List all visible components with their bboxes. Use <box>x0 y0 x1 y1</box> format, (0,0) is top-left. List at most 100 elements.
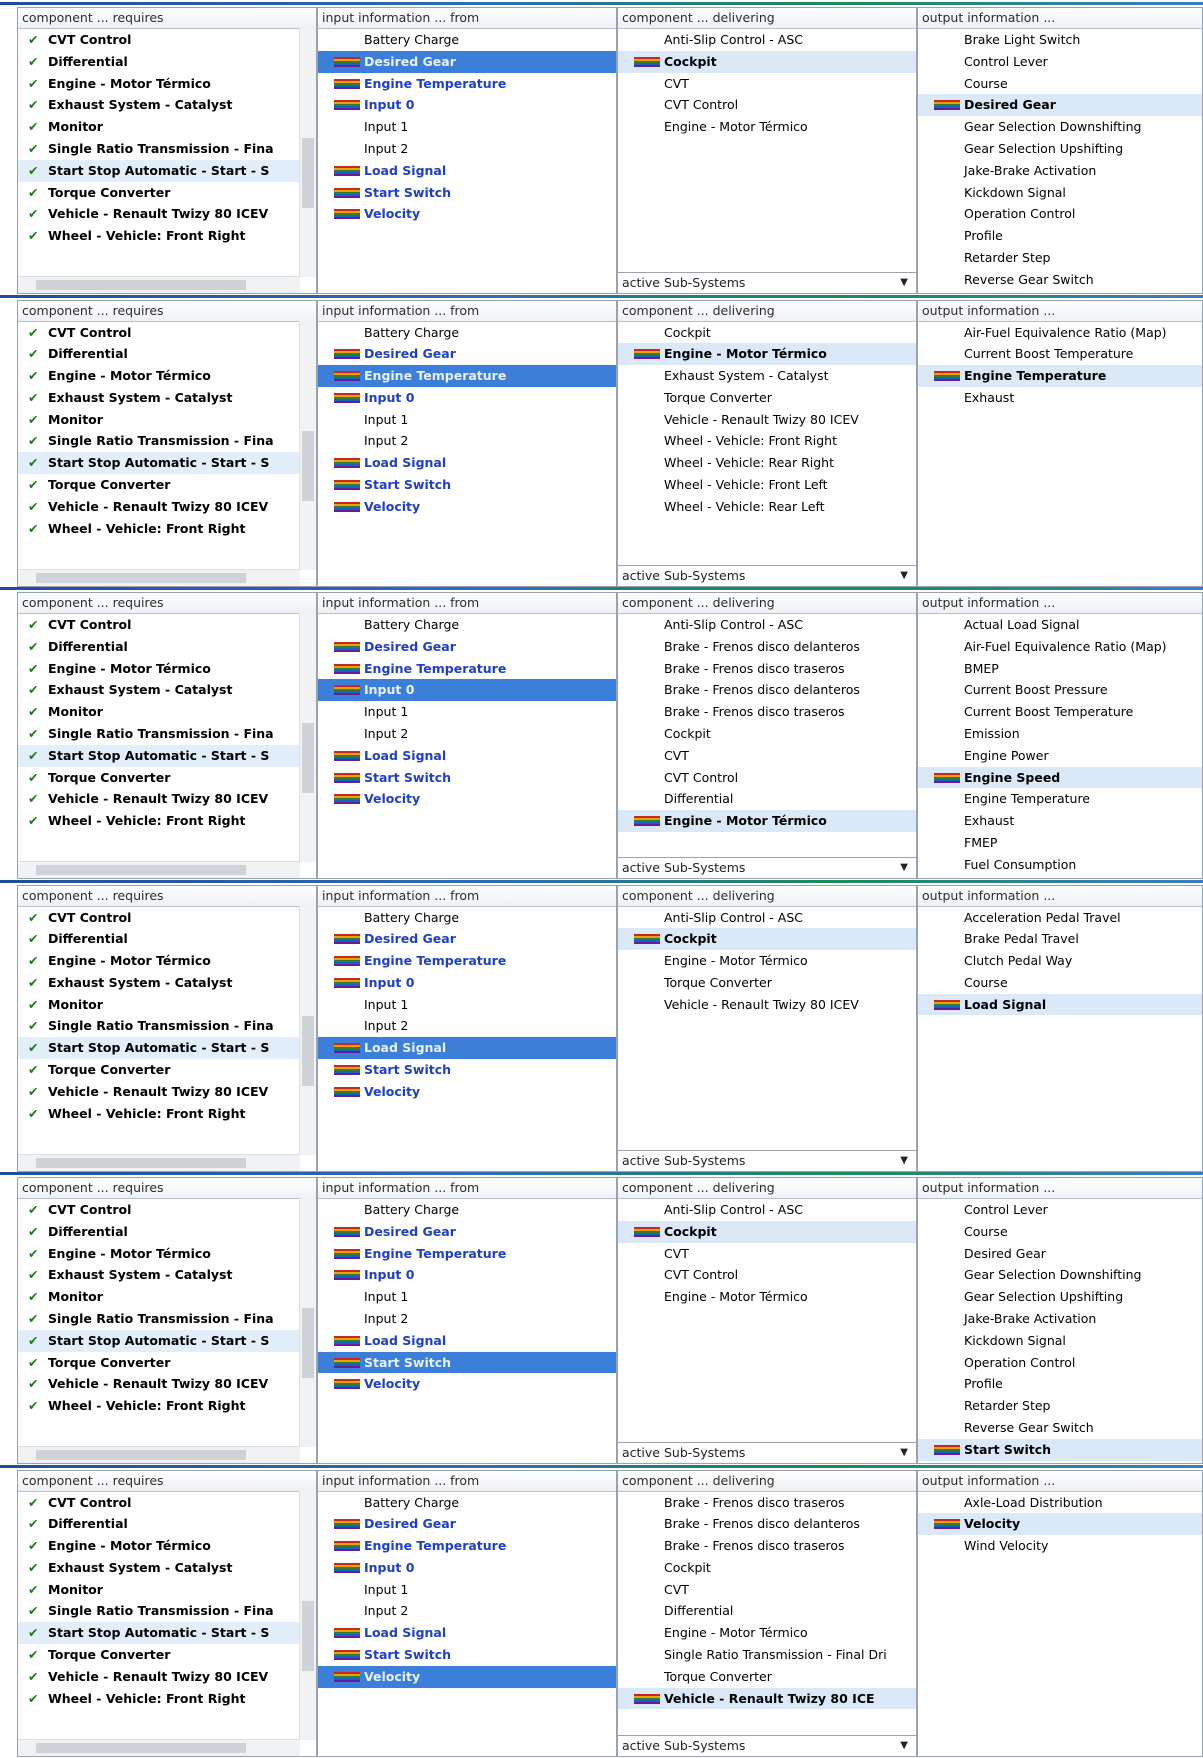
delivering-item[interactable]: Cockpit <box>618 50 916 73</box>
output-item[interactable]: Velocity <box>918 1513 1202 1536</box>
output-item[interactable]: Profile <box>918 1373 1202 1395</box>
input-item[interactable]: Engine Temperature <box>318 950 616 972</box>
input-item[interactable]: Input 0 <box>318 679 616 702</box>
delivering-item[interactable]: Brake - Frenos disco delanteros <box>618 679 916 701</box>
scroll-thumb[interactable] <box>36 280 246 290</box>
output-list[interactable]: output information ... Axle-Load Distribu… <box>917 1469 1203 1757</box>
output-item[interactable]: Exhaust <box>918 810 1202 832</box>
component-item[interactable]: ✔ Single Ratio Transmission - Fina <box>18 1600 316 1622</box>
output-item[interactable]: BMEP <box>918 658 1202 680</box>
delivering-list[interactable]: component ... delivering Anti-Slip Contro… <box>617 884 917 1172</box>
delivering-item[interactable]: CVT <box>618 745 916 767</box>
component-item[interactable]: ✔ Start Stop Automatic - Start - S <box>18 159 316 182</box>
input-item[interactable]: Velocity <box>318 203 616 225</box>
subsystem-dropdown[interactable]: active Sub-Systems ▼ <box>618 564 916 586</box>
input-item[interactable]: Engine Temperature <box>318 365 616 387</box>
input-list[interactable]: input information ... from Battery Charge… <box>317 592 617 879</box>
output-item[interactable]: Kickdown Signal <box>918 1330 1202 1352</box>
output-item[interactable]: Kickdown Signal <box>918 182 1202 204</box>
component-item[interactable]: ✔ Single Ratio Transmission - Fina <box>18 430 316 452</box>
delivering-item[interactable]: Engine - Motor Térmico <box>618 1286 916 1308</box>
column-header[interactable]: output information ... <box>918 8 1202 29</box>
output-item[interactable]: Air-Fuel Equivalence Ratio (Map) <box>918 322 1202 344</box>
component-item[interactable]: ✔ Differential <box>18 636 316 658</box>
output-item[interactable]: Load Signal <box>918 993 1202 1016</box>
output-item[interactable]: Control Lever <box>918 1199 1202 1221</box>
delivering-item[interactable]: CVT Control <box>618 94 916 116</box>
component-item[interactable]: ✔ Start Stop Automatic - Start - S <box>18 1622 316 1645</box>
delivering-item[interactable]: Cockpit <box>618 1220 916 1243</box>
input-list[interactable]: input information ... from Battery Charge… <box>317 884 617 1172</box>
input-item[interactable]: Battery Charge <box>318 907 616 929</box>
output-item[interactable]: Course <box>918 73 1202 95</box>
output-item[interactable]: Gear Selection Upshifting <box>918 1286 1202 1308</box>
delivering-item[interactable]: Engine - Motor Térmico <box>618 116 916 138</box>
component-item[interactable]: ✔ Monitor <box>18 116 316 138</box>
requires-list[interactable]: component ... requires ✔ CVT Control ✔ Diffe… <box>17 7 317 294</box>
input-item[interactable]: Battery Charge <box>318 29 616 51</box>
column-header[interactable]: input information ... from <box>318 1470 616 1492</box>
output-item[interactable]: Profile <box>918 225 1202 247</box>
subsystem-dropdown[interactable]: active Sub-Systems ▼ <box>618 1149 916 1171</box>
input-item[interactable]: Input 0 <box>318 972 616 994</box>
input-item[interactable]: Velocity <box>318 1081 616 1103</box>
input-item[interactable]: Engine Temperature <box>318 658 616 680</box>
output-item[interactable]: Operation Control <box>918 1352 1202 1374</box>
vertical-scrollbar[interactable] <box>299 905 316 1155</box>
requires-list[interactable]: component ... requires ✔ CVT Control ✔ Diffe… <box>17 1469 317 1757</box>
scroll-thumb[interactable] <box>36 1157 246 1168</box>
output-item[interactable]: Gear Selection Downshifting <box>918 1264 1202 1286</box>
scroll-thumb[interactable] <box>36 572 246 583</box>
delivering-item[interactable]: Vehicle - Renault Twizy 80 ICEV <box>618 994 916 1016</box>
output-item[interactable]: Brake Pedal Travel <box>918 928 1202 950</box>
output-item[interactable]: Wind Velocity <box>918 1535 1202 1557</box>
input-item[interactable]: Load Signal <box>318 745 616 767</box>
delivering-item[interactable]: Cockpit <box>618 723 916 745</box>
input-item[interactable]: Desired Gear <box>318 1221 616 1243</box>
output-item[interactable]: Actual Load Signal <box>918 614 1202 636</box>
column-header[interactable]: component ... delivering <box>618 593 916 614</box>
output-item[interactable]: Start Switch <box>918 1438 1202 1461</box>
component-item[interactable]: ✔ Wheel - Vehicle: Front Right <box>18 518 316 540</box>
input-item[interactable]: Start Switch <box>318 182 616 204</box>
component-item[interactable]: ✔ CVT Control <box>18 614 316 636</box>
delivering-item[interactable]: Anti-Slip Control - ASC <box>618 614 916 636</box>
output-item[interactable]: Current Boost Temperature <box>918 701 1202 723</box>
component-item[interactable]: ✔ Start Stop Automatic - Start - S <box>18 744 316 767</box>
output-item[interactable]: Control Lever <box>918 51 1202 73</box>
input-item[interactable]: Load Signal <box>318 452 616 474</box>
component-item[interactable]: ✔ Single Ratio Transmission - Fina <box>18 1015 316 1037</box>
component-item[interactable]: ✔ Exhaust System - Catalyst <box>18 94 316 116</box>
component-item[interactable]: ✔ Differential <box>18 51 316 73</box>
column-header[interactable]: component ... requires <box>18 593 316 614</box>
delivering-item[interactable]: Anti-Slip Control - ASC <box>618 907 916 929</box>
column-header[interactable]: input information ... from <box>318 8 616 29</box>
delivering-item[interactable]: Wheel - Vehicle: Front Left <box>618 474 916 496</box>
output-list[interactable]: output information ... Air-Fuel Equivalen… <box>917 299 1203 587</box>
requires-list[interactable]: component ... requires ✔ CVT Control ✔ Diffe… <box>17 884 317 1172</box>
input-item[interactable]: Desired Gear <box>318 50 616 73</box>
component-item[interactable]: ✔ Vehicle - Renault Twizy 80 ICEV <box>18 788 316 810</box>
component-item[interactable]: ✔ Exhaust System - Catalyst <box>18 679 316 701</box>
delivering-item[interactable]: Engine - Motor Térmico <box>618 810 916 832</box>
delivering-item[interactable]: Engine - Motor Térmico <box>618 1622 916 1644</box>
subsystem-dropdown[interactable]: active Sub-Systems ▼ <box>618 1442 916 1463</box>
output-item[interactable]: Engine Temperature <box>918 788 1202 810</box>
column-header[interactable]: input information ... from <box>318 300 616 322</box>
output-item[interactable]: Reverse Gear Switch <box>918 1417 1202 1439</box>
component-item[interactable]: ✔ Exhaust System - Catalyst <box>18 387 316 409</box>
horizontal-scrollbar[interactable] <box>18 861 300 878</box>
component-item[interactable]: ✔ Vehicle - Renault Twizy 80 ICEV <box>18 1081 316 1103</box>
component-item[interactable]: ✔ Wheel - Vehicle: Front Right <box>18 1395 316 1417</box>
scroll-thumb[interactable] <box>302 430 314 501</box>
column-header[interactable]: component ... requires <box>18 1178 316 1199</box>
delivering-item[interactable]: Wheel - Vehicle: Front Right <box>618 430 916 452</box>
output-item[interactable]: Current Boost Temperature <box>918 343 1202 365</box>
component-item[interactable]: ✔ CVT Control <box>18 29 316 51</box>
output-item[interactable]: Operation Control <box>918 203 1202 225</box>
delivering-item[interactable]: Wheel - Vehicle: Rear Left <box>618 496 916 518</box>
input-item[interactable]: Desired Gear <box>318 1513 616 1535</box>
component-item[interactable]: ✔ Start Stop Automatic - Start - S <box>18 452 316 475</box>
output-item[interactable]: Emission <box>918 723 1202 745</box>
column-header[interactable]: component ... delivering <box>618 1470 916 1492</box>
